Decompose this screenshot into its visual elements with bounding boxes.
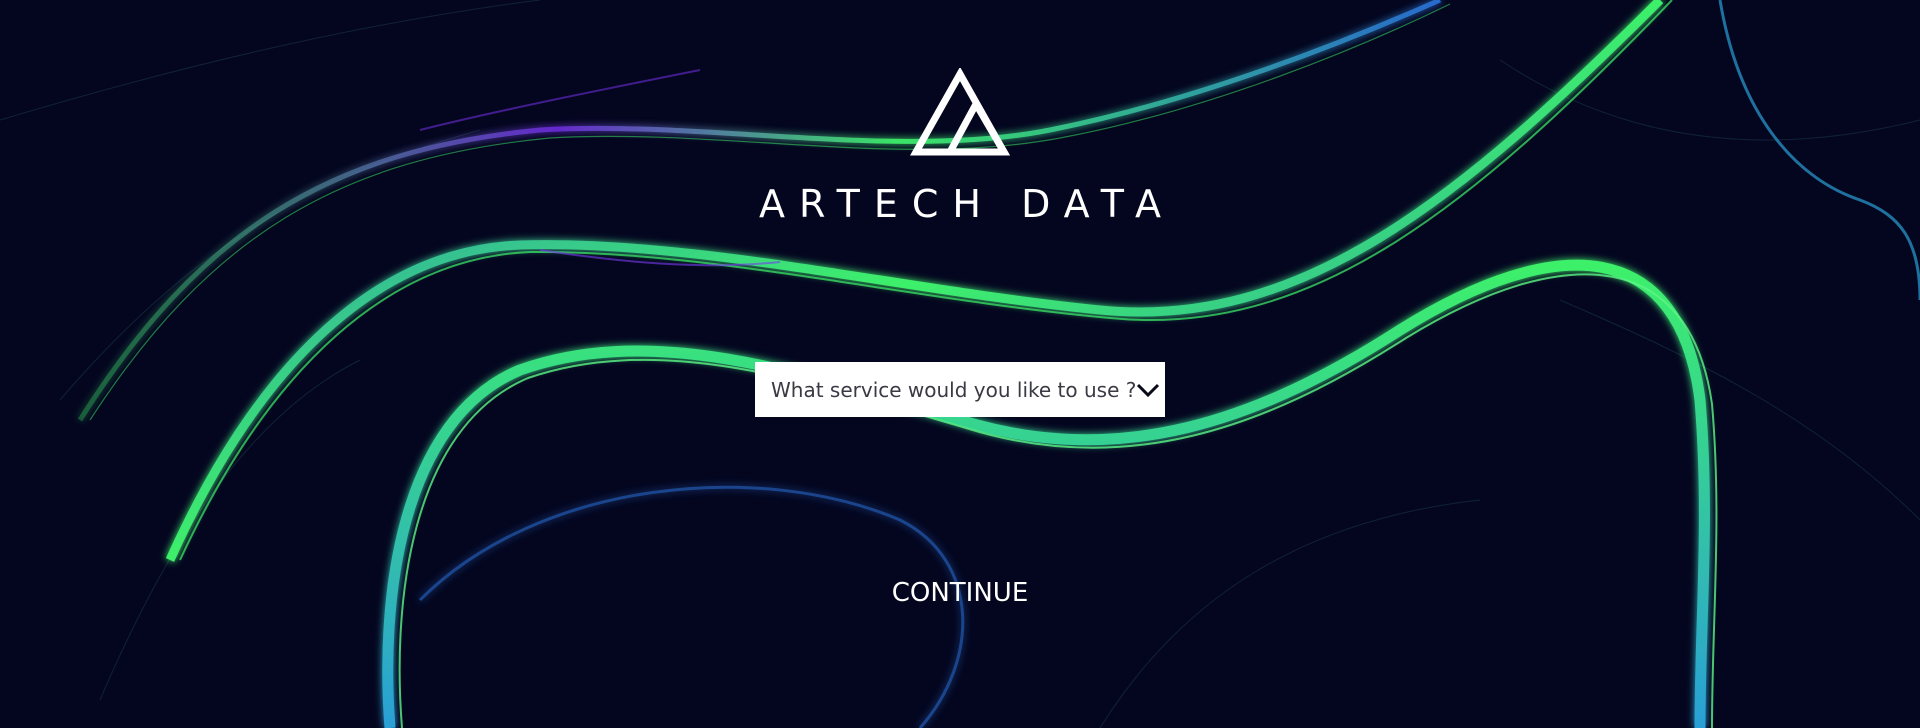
brand-name: ARTECH DATA	[759, 182, 1175, 226]
service-select[interactable]: What service would you like to use ?	[755, 362, 1165, 417]
chevron-down-icon	[1136, 380, 1160, 400]
triangle-logo-icon	[910, 68, 1011, 156]
service-select-placeholder: What service would you like to use ?	[771, 377, 1137, 402]
continue-button[interactable]: CONTINUE	[860, 573, 1060, 613]
landing-page: ARTECH DATA What service would you like …	[0, 0, 1920, 728]
